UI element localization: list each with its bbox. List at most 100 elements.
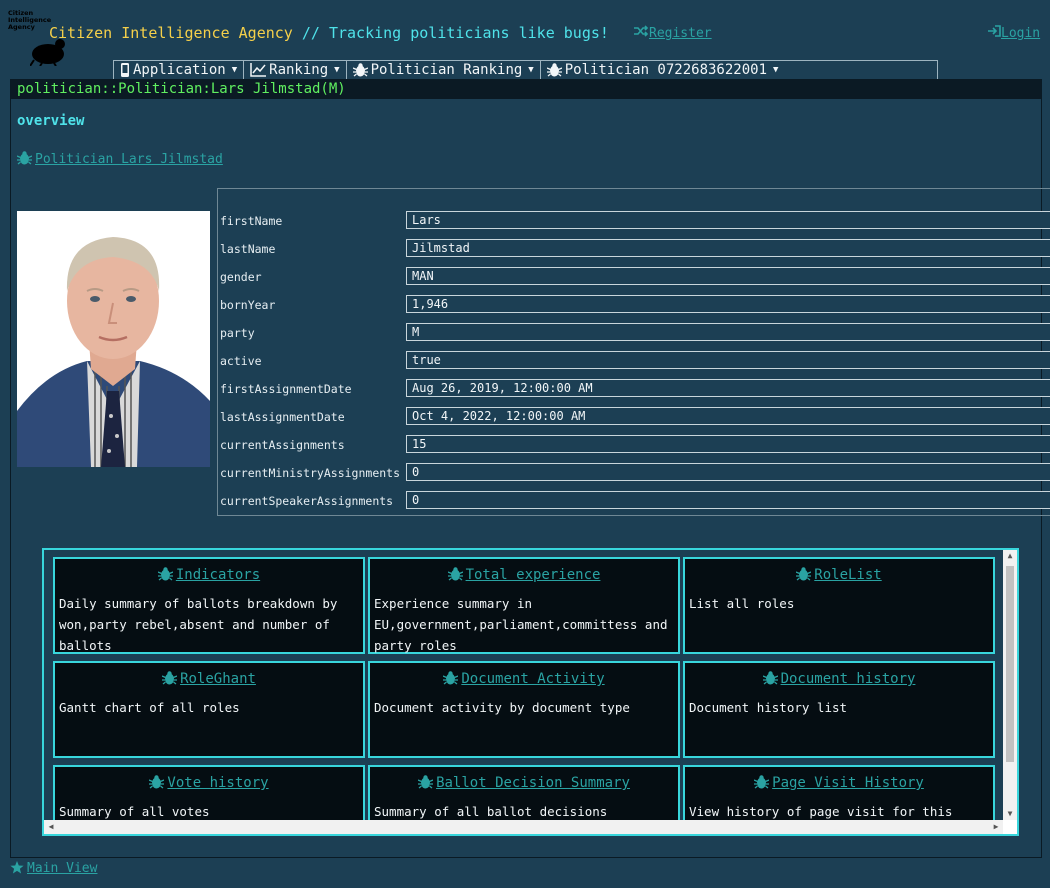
horizontal-scrollbar[interactable]: ◀ ▶ (44, 820, 1003, 834)
attr-value-field[interactable]: Aug 26, 2019, 12:00:00 AM (406, 379, 1050, 397)
scroll-down-icon[interactable]: ▼ (1003, 808, 1017, 820)
menu-politician[interactable]: Politician 0722683622001 ▼ (541, 61, 785, 79)
site-title-name: Citizen Intelligence Agency (49, 24, 293, 42)
attr-value-field[interactable]: 15 (406, 435, 1050, 453)
bug-icon (16, 151, 33, 165)
bug-icon (352, 63, 368, 77)
attr-row: party M (218, 322, 1050, 342)
card-title: Indicators (175, 567, 261, 583)
card-document-history: Document history Document history list (683, 661, 995, 758)
card-link[interactable]: Ballot Decision Summary (370, 775, 678, 791)
politician-link[interactable]: Politician Lars Jilmstad (16, 151, 223, 167)
attr-value-field[interactable]: true (406, 351, 1050, 369)
attr-row: gender MAN (218, 266, 1050, 286)
menu-politician-ranking[interactable]: Politician Ranking ▼ (347, 61, 541, 79)
attr-value-field[interactable]: Oct 4, 2022, 12:00:00 AM (406, 407, 1050, 425)
vertical-scrollbar[interactable]: ▲ ▼ (1003, 550, 1017, 820)
attr-value-field[interactable]: Lars (406, 211, 1050, 229)
card-description: Document activity by document type (374, 700, 630, 715)
chevron-down-icon: ▼ (528, 65, 534, 75)
scroll-right-icon[interactable]: ▶ (989, 820, 1003, 834)
card-link[interactable]: Document Activity (370, 671, 678, 687)
bug-icon (762, 671, 778, 685)
menu-politician-label: Politician 0722683622001 (564, 62, 768, 78)
attr-value-field[interactable]: Jilmstad (406, 239, 1050, 257)
card-description: View history of page visit for this page… (689, 804, 953, 819)
menu-application-label: Application (133, 62, 226, 78)
card-description: List all roles (689, 596, 795, 611)
attr-value-field[interactable]: M (406, 323, 1050, 341)
sign-in-icon (988, 25, 1001, 37)
card-link[interactable]: Page Visit History (685, 775, 993, 791)
cards-scroll-container[interactable]: Indicators Daily summary of ballots brea… (42, 548, 1019, 836)
attr-label: firstAssignmentDate (220, 382, 352, 396)
card-roleghant: RoleGhant Gantt chart of all roles (53, 661, 365, 758)
attr-label: lastAssignmentDate (220, 410, 345, 424)
menu-politician-ranking-label: Politician Ranking (370, 62, 523, 78)
bug-icon (546, 63, 562, 77)
logo-text: Citizen Intelligence Agency (8, 9, 52, 31)
register-link[interactable]: Register (634, 25, 712, 41)
card-link[interactable]: Indicators (55, 567, 363, 583)
card-document-activity: Document Activity Document activity by d… (368, 661, 680, 758)
scroll-left-icon[interactable]: ◀ (44, 820, 58, 834)
card-indicators: Indicators Daily summary of ballots brea… (53, 557, 365, 654)
card-description: Daily summary of ballots breakdown by wo… (59, 596, 338, 653)
bug-icon (157, 567, 174, 581)
card-page-visit-history: Page Visit History View history of page … (683, 765, 995, 820)
scrollbar-thumb[interactable] (1006, 566, 1014, 762)
attributes-table: firstName Lars lastName Jilmstad gender … (217, 188, 1050, 516)
scroll-up-icon[interactable]: ▲ (1003, 550, 1017, 562)
card-vote-history: Vote history Summary of all votes (53, 765, 365, 820)
card-title: Page Visit History (772, 775, 924, 791)
card-link[interactable]: RoleGhant (55, 671, 363, 687)
menu-ranking-label: Ranking (269, 62, 329, 78)
card-description: Document history list (689, 700, 848, 715)
cards-grid: Indicators Daily summary of ballots brea… (44, 550, 1003, 820)
card-link[interactable]: Total experience (370, 567, 678, 583)
bug-icon (161, 671, 178, 685)
main-view-link[interactable]: Main View (10, 861, 97, 876)
card-link[interactable]: RoleList (685, 567, 993, 583)
attr-row: firstAssignmentDate Aug 26, 2019, 12:00:… (218, 378, 1050, 398)
menu-ranking[interactable]: Ranking ▼ (244, 61, 347, 79)
attr-row: currentAssignments 15 (218, 434, 1050, 454)
login-link[interactable]: Login (987, 25, 1040, 41)
card-description: Summary of all ballot decisions (374, 804, 608, 819)
menu-bar: Application ▼ Ranking ▼ Politician Ranking… (113, 60, 938, 80)
page-title: politician::Politician:Lars Jilmstad(M) (11, 80, 1041, 99)
card-ballot-decision-summary: Ballot Decision Summary Summary of all b… (368, 765, 680, 820)
attr-label: currentMinistryAssignments (220, 466, 401, 480)
politician-link-label: Politician Lars Jilmstad (35, 152, 223, 167)
card-title: Document Activity (461, 671, 605, 687)
card-link[interactable]: Vote history (55, 775, 363, 791)
attr-value-field[interactable]: 0 (406, 463, 1050, 481)
attr-label: currentAssignments (220, 438, 345, 452)
login-label: Login (1001, 26, 1041, 41)
attr-row: active true (218, 350, 1050, 370)
menu-application[interactable]: Application ▼ (114, 61, 245, 79)
attr-value-field[interactable]: 0 (406, 491, 1050, 509)
card-title: Document history (780, 671, 916, 687)
attr-row: firstName Lars (218, 210, 1050, 230)
card-total-experience: Total experience Experience summary in E… (368, 557, 680, 654)
attr-label: lastName (220, 242, 276, 256)
bug-icon (417, 775, 434, 789)
chevron-down-icon: ▼ (773, 65, 779, 75)
attr-label: firstName (220, 214, 283, 228)
line-chart-icon (250, 63, 267, 77)
card-description: Summary of all votes (59, 804, 210, 819)
bug-icon (796, 567, 812, 581)
attr-value-field[interactable]: 1,946 (406, 295, 1050, 313)
card-link[interactable]: Document history (685, 671, 993, 687)
card-rolelist: RoleList List all roles (683, 557, 995, 654)
attr-row: currentMinistryAssignments 0 (218, 462, 1050, 482)
shuffle-icon (634, 25, 649, 37)
card-title: RoleList (814, 567, 882, 583)
attr-value-field[interactable]: MAN (406, 267, 1050, 285)
bug-icon (149, 775, 165, 789)
attr-row: bornYear 1,946 (218, 294, 1050, 314)
register-label: Register (649, 26, 712, 41)
card-title: Vote history (167, 775, 269, 791)
attr-label: gender (220, 270, 262, 284)
